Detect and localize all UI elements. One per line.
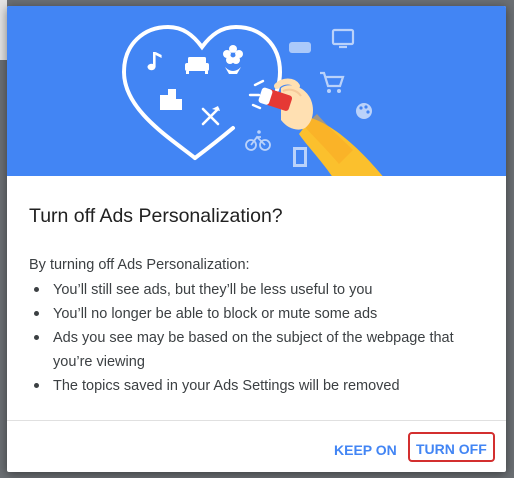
tv-icon bbox=[331, 28, 355, 49]
list-item: You’ll still see ads, but they’ll be les… bbox=[29, 278, 489, 302]
palette-icon bbox=[356, 103, 372, 119]
bicycle-icon bbox=[245, 130, 271, 151]
gamepad-icon bbox=[289, 42, 311, 53]
consequences-list: You’ll still see ads, but they’ll be les… bbox=[29, 278, 489, 398]
flower-icon bbox=[223, 45, 243, 74]
list-item: You’ll no longer be able to block or mut… bbox=[29, 302, 489, 326]
utensils-icon bbox=[201, 106, 220, 126]
film-icon bbox=[293, 147, 307, 167]
sofa-icon bbox=[185, 57, 209, 74]
shopping-cart-icon bbox=[320, 71, 345, 93]
music-note-icon bbox=[147, 52, 162, 71]
dialog-title: Turn off Ads Personalization? bbox=[29, 205, 283, 227]
dialog-intro-text: By turning off Ads Personalization: bbox=[29, 257, 250, 273]
turn-off-button[interactable]: TURN OFF bbox=[408, 432, 495, 462]
background-page-edge bbox=[0, 0, 7, 60]
keep-on-button[interactable]: KEEP ON bbox=[328, 435, 403, 465]
turn-off-ads-personalization-dialog: Turn off Ads Personalization? By turning… bbox=[7, 6, 506, 472]
buildings-icon bbox=[160, 89, 182, 110]
list-item: The topics saved in your Ads Settings wi… bbox=[29, 374, 489, 398]
footer-divider bbox=[7, 420, 506, 421]
list-item: Ads you see may be based on the subject … bbox=[29, 326, 489, 374]
hero-illustration bbox=[7, 6, 506, 176]
hand-holding-eraser-icon bbox=[258, 78, 383, 176]
